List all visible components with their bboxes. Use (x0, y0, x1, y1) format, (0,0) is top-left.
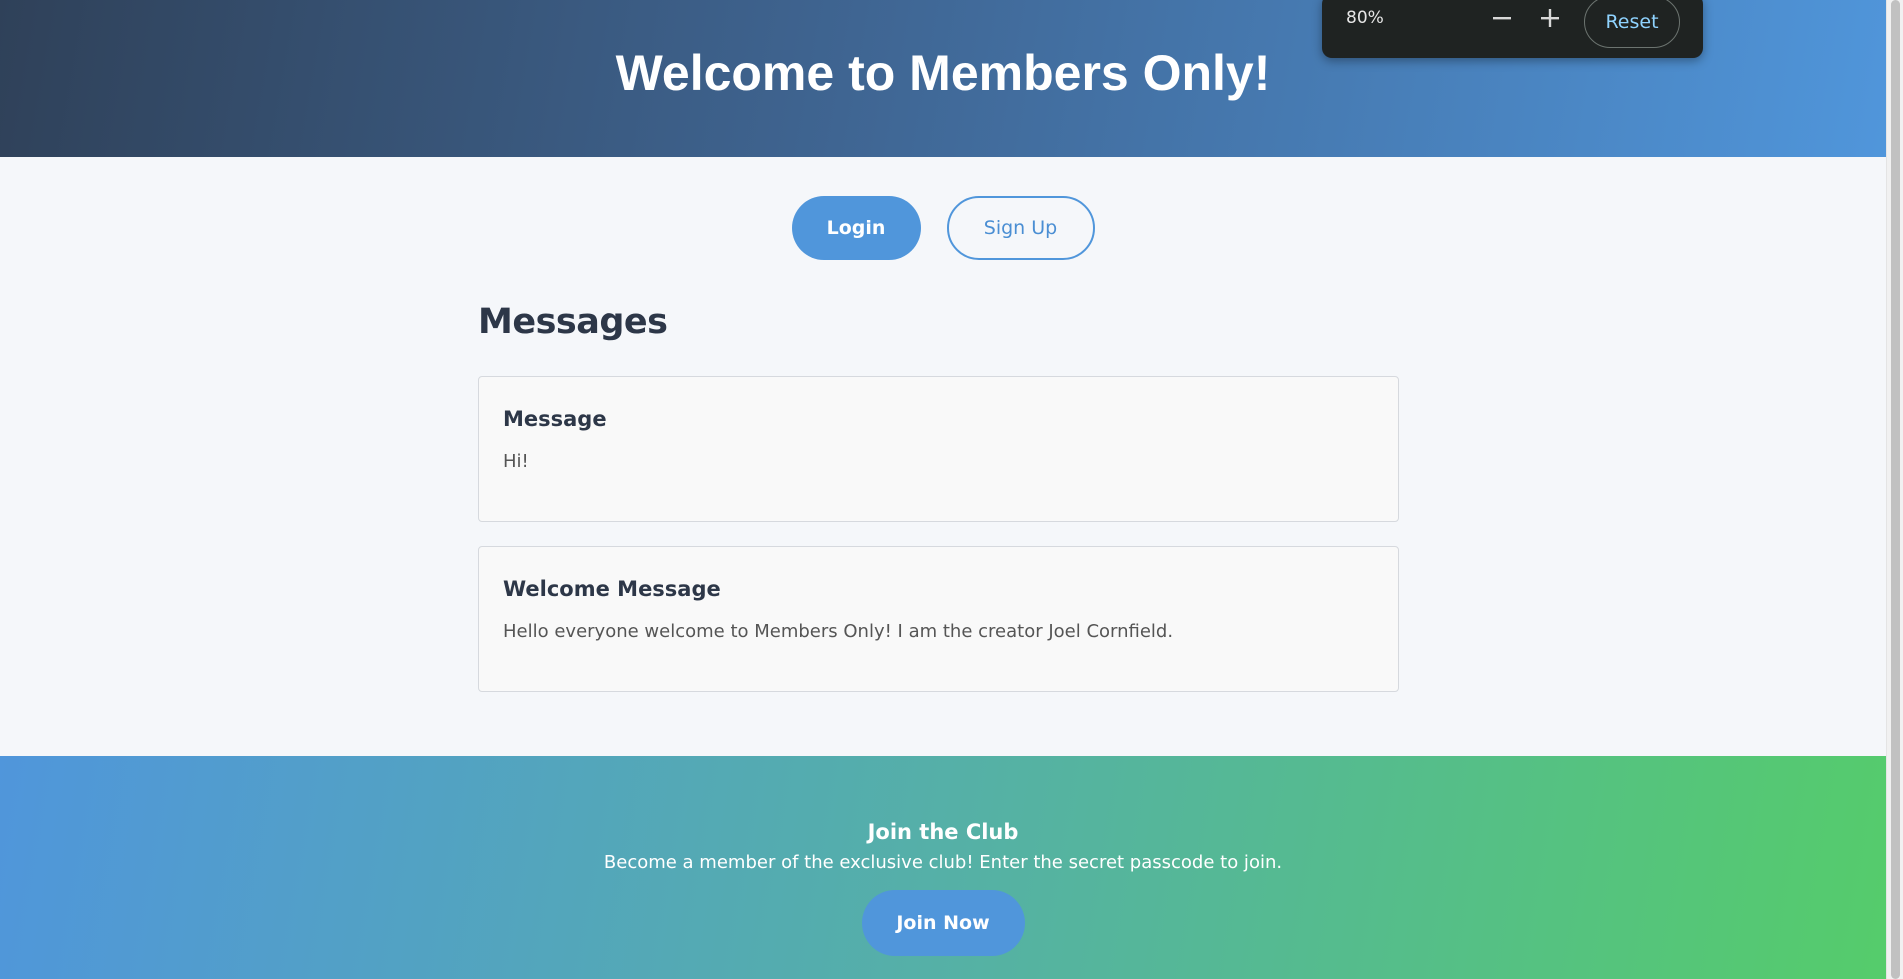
zoom-level: 80% (1346, 8, 1384, 28)
message-card: Message Hi! (478, 376, 1399, 522)
login-button[interactable]: Login (791, 196, 921, 260)
join-title: Join the Club (867, 820, 1019, 844)
join-description: Become a member of the exclusive club! E… (603, 852, 1283, 873)
zoom-popup: 80% Reset (1322, 0, 1703, 58)
vertical-scrollbar[interactable] (1886, 0, 1903, 979)
plus-icon[interactable] (1530, 0, 1570, 38)
message-body: Hi! (503, 451, 529, 472)
scrollbar-thumb[interactable] (1891, 0, 1900, 979)
page: Welcome to Members Only! Login Sign Up M… (0, 0, 1886, 979)
message-card: Welcome Message Hello everyone welcome t… (478, 546, 1399, 692)
messages-heading: Messages (478, 302, 668, 342)
messages-section: Messages Message Hi! Welcome Message Hel… (478, 302, 1399, 692)
auth-buttons: Login Sign Up (0, 196, 1886, 260)
zoom-reset-button[interactable]: Reset (1584, 0, 1680, 48)
page-title: Welcome to Members Only! (615, 45, 1271, 101)
minus-icon[interactable] (1482, 0, 1522, 38)
join-now-button[interactable]: Join Now (861, 890, 1025, 956)
message-title: Welcome Message (503, 577, 721, 601)
join-club-section: Join the Club Become a member of the exc… (0, 756, 1886, 979)
signup-button[interactable]: Sign Up (946, 196, 1095, 260)
message-body: Hello everyone welcome to Members Only! … (503, 621, 1174, 642)
message-title: Message (503, 407, 607, 431)
